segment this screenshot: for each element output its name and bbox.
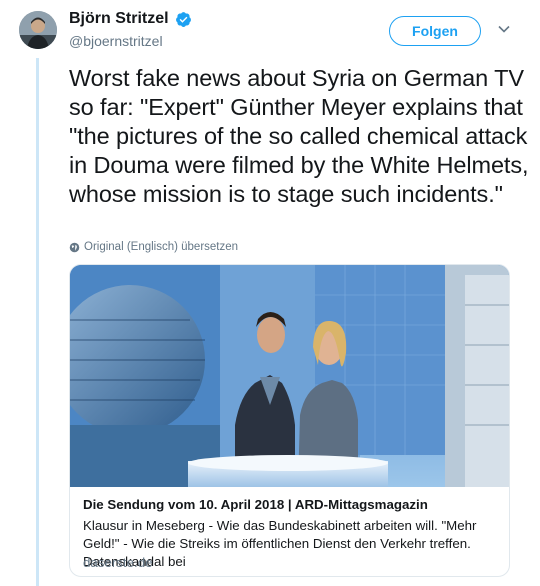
avatar[interactable] <box>19 11 57 49</box>
translate-link[interactable]: Original (Englisch) übersetzen <box>69 241 238 253</box>
author-handle[interactable]: @bjoernstritzel <box>69 33 163 49</box>
verified-badge-icon <box>176 12 191 27</box>
author-name[interactable]: Björn Stritzel <box>69 10 169 28</box>
card-domain: daserste.de <box>83 555 153 570</box>
tweet-text: Worst fake news about Syria on German TV… <box>69 65 529 207</box>
translate-label: Original (Englisch) übersetzen <box>84 241 239 253</box>
chevron-down-icon[interactable] <box>497 22 511 36</box>
globe-icon <box>69 242 80 252</box>
card-image <box>70 265 509 487</box>
follow-button[interactable]: Folgen <box>389 16 481 46</box>
link-card[interactable]: Die Sendung vom 10. April 2018 | ARD-Mit… <box>69 264 510 577</box>
card-title: Die Sendung vom 10. April 2018 | ARD-Mit… <box>83 497 428 512</box>
thread-line <box>36 58 39 586</box>
